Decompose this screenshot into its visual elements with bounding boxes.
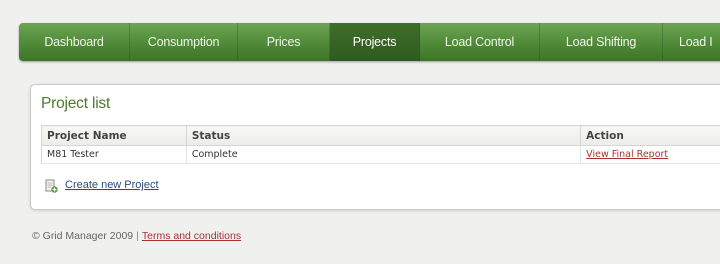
- nav-item-load-shifting[interactable]: Load Shifting: [540, 23, 663, 61]
- table-row: M81 Tester Complete View Final Report: [41, 145, 720, 164]
- table-header-row: Project Name Status Action: [41, 125, 720, 146]
- footer-copyright: © Grid Manager 2009: [32, 230, 134, 242]
- nav-item-consumption[interactable]: Consumption: [130, 23, 238, 61]
- cell-status: Complete: [186, 145, 582, 164]
- nav-item-dashboard[interactable]: Dashboard: [19, 23, 130, 61]
- create-project-row: Create new Project: [44, 178, 159, 193]
- nav-item-load-control[interactable]: Load Control: [420, 23, 540, 61]
- view-final-report-link[interactable]: View Final Report: [586, 149, 668, 160]
- footer: © Grid Manager 2009 | Terms and conditions: [32, 230, 241, 242]
- nav-item-load-more[interactable]: Load I: [663, 23, 720, 61]
- create-new-project-link[interactable]: Create new Project: [65, 179, 159, 191]
- main-nav: Dashboard Consumption Prices Projects Lo…: [19, 23, 720, 61]
- project-table: Project Name Status Action M81 Tester Co…: [41, 125, 720, 164]
- footer-separator: |: [136, 230, 139, 242]
- nav-item-prices[interactable]: Prices: [238, 23, 330, 61]
- add-document-icon[interactable]: [44, 178, 58, 193]
- cell-action: View Final Report: [580, 145, 720, 164]
- terms-and-conditions-link[interactable]: Terms and conditions: [142, 230, 241, 242]
- column-header-action: Action: [580, 125, 720, 146]
- cell-project-name: M81 Tester: [41, 145, 187, 164]
- panel-title: Project list: [41, 95, 111, 112]
- project-list-panel: Project list Project Name Status Action …: [30, 84, 720, 210]
- nav-item-projects[interactable]: Projects: [330, 23, 420, 61]
- column-header-project-name: Project Name: [41, 125, 187, 146]
- column-header-status: Status: [186, 125, 582, 146]
